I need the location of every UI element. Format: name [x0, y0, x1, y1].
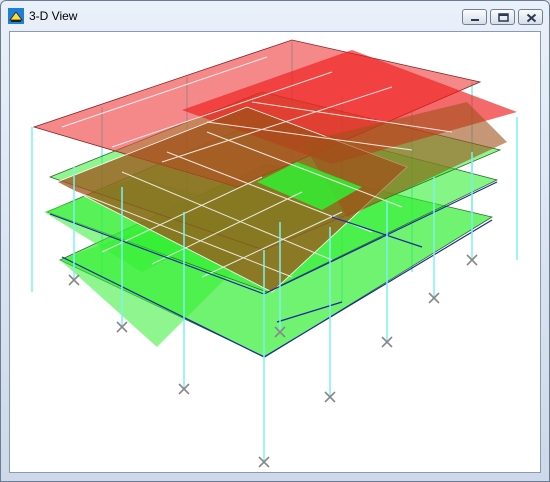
window-3d-view: 3-D View — [0, 0, 550, 482]
close-icon — [526, 13, 537, 23]
window-title: 3-D View — [29, 9, 78, 23]
close-button[interactable] — [518, 9, 543, 25]
structure-app-icon[interactable] — [8, 8, 24, 24]
maximize-icon — [498, 13, 509, 22]
minimize-button[interactable] — [462, 9, 487, 25]
maximize-button[interactable] — [490, 9, 515, 25]
title-bar[interactable]: 3-D View — [1, 1, 549, 31]
structure-3d-model[interactable] — [10, 32, 540, 472]
minimize-icon — [471, 19, 479, 21]
model-viewport[interactable] — [9, 31, 541, 473]
